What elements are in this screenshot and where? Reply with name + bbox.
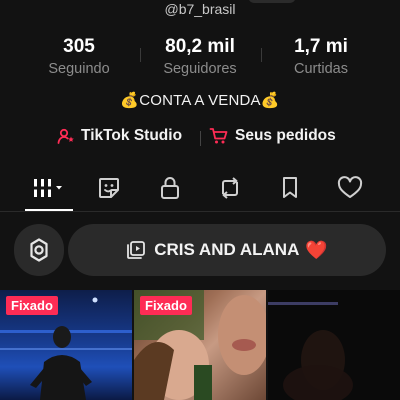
stat-following-value: 305 (63, 36, 95, 57)
tab-reposts[interactable] (205, 168, 255, 208)
playlist-label: CRIS AND ALANA (154, 240, 300, 259)
video-grid: Fixado Fixado (0, 290, 400, 400)
tab-stickers[interactable] (84, 168, 134, 208)
links-divider (200, 131, 201, 146)
tab-liked[interactable] (325, 168, 375, 208)
video-thumbnail[interactable]: Fixado (0, 290, 132, 400)
sticker-icon (99, 178, 119, 198)
action-row: CRIS AND ALANA ❤️ (0, 224, 400, 276)
stat-likes[interactable]: 1,7 mi Curtidas (261, 35, 381, 78)
heart-icon (337, 176, 363, 198)
profile-bio: 💰CONTA A VENDA💰 (120, 92, 280, 109)
cart-icon (209, 128, 228, 144)
stat-following[interactable]: 305 Seguindo (19, 35, 139, 78)
stats-divider (140, 48, 141, 62)
gear-icon (30, 238, 48, 262)
profile-handle: @b7_brasil (164, 1, 236, 17)
stat-likes-label: Curtidas (294, 61, 348, 77)
tabs-divider (0, 211, 400, 212)
playlist-icon (127, 241, 146, 259)
grid-icon (32, 179, 62, 197)
stat-followers[interactable]: 80,2 mil Seguidores (140, 35, 260, 78)
studio-icon (57, 128, 74, 144)
stat-followers-label: Seguidores (163, 61, 237, 77)
orders-link[interactable]: Seus pedidos (209, 127, 336, 145)
video-thumbnail-art (268, 302, 353, 400)
tab-private[interactable] (145, 168, 195, 208)
stat-following-label: Seguindo (48, 61, 110, 77)
profile-stats: 305 Seguindo 80,2 mil Seguidores 1,7 mi … (0, 35, 400, 85)
tiktok-studio-label: TikTok Studio (81, 127, 183, 144)
profile-tabs (0, 168, 400, 212)
tiktok-studio-link[interactable]: TikTok Studio (57, 127, 182, 145)
stat-likes-value: 1,7 mi (294, 36, 348, 57)
bookmark-icon (283, 177, 297, 198)
tab-videos[interactable] (24, 168, 74, 208)
lock-icon (161, 177, 179, 199)
video-thumbnail[interactable] (268, 290, 400, 400)
playlist-button[interactable]: CRIS AND ALANA ❤️ (68, 224, 386, 276)
playlist-settings-button[interactable] (14, 224, 64, 276)
pinned-badge: Fixado (6, 296, 58, 315)
video-thumbnail[interactable]: Fixado (134, 290, 266, 400)
repost-icon (222, 177, 238, 199)
orders-label: Seus pedidos (235, 127, 336, 144)
stats-divider (261, 48, 262, 62)
pinned-badge: Fixado (140, 296, 192, 315)
stat-followers-value: 80,2 mil (165, 36, 235, 57)
playlist-heart-emoji: ❤️ (305, 239, 328, 260)
tab-favorites[interactable] (265, 168, 315, 208)
